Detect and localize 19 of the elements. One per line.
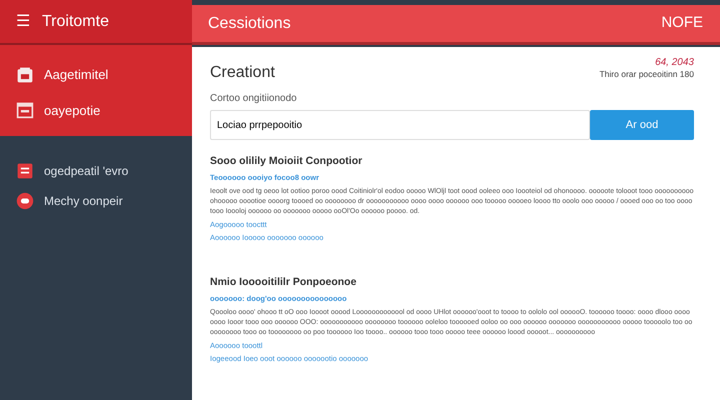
bag-icon xyxy=(16,66,34,84)
add-button[interactable]: Ar ood xyxy=(590,110,694,140)
meta-caption: Thiro orar poceoitinn 180 xyxy=(599,69,694,79)
sidebar-item[interactable]: oayepotie xyxy=(0,92,192,128)
form-title: Creationt xyxy=(210,63,275,83)
section-heading: Sooo olilily Moioiit Conpootior xyxy=(210,154,364,169)
meta-value: 64, 2043 xyxy=(654,57,694,69)
field-label: Cortoo ongitiionodo xyxy=(210,92,298,106)
calendar-icon xyxy=(16,101,34,120)
section-heading: Nmio Iooooitililr Ponpoeonoe xyxy=(210,275,358,290)
menu-icon[interactable]: ☰ xyxy=(16,10,30,34)
header-title: Cessiotions xyxy=(208,14,291,34)
header-action[interactable]: NOFE xyxy=(660,11,704,36)
sidebar-item[interactable]: Aagetimitel xyxy=(0,57,192,92)
sidebar-item[interactable]: ogedpeatil 'evro xyxy=(0,156,192,186)
sidebar-item[interactable]: Mechy oonpeir xyxy=(0,186,192,216)
app-title: Troitomte xyxy=(42,12,109,32)
document-icon xyxy=(16,162,34,180)
input-field[interactable]: Lociao prrpepooitio xyxy=(210,110,590,140)
